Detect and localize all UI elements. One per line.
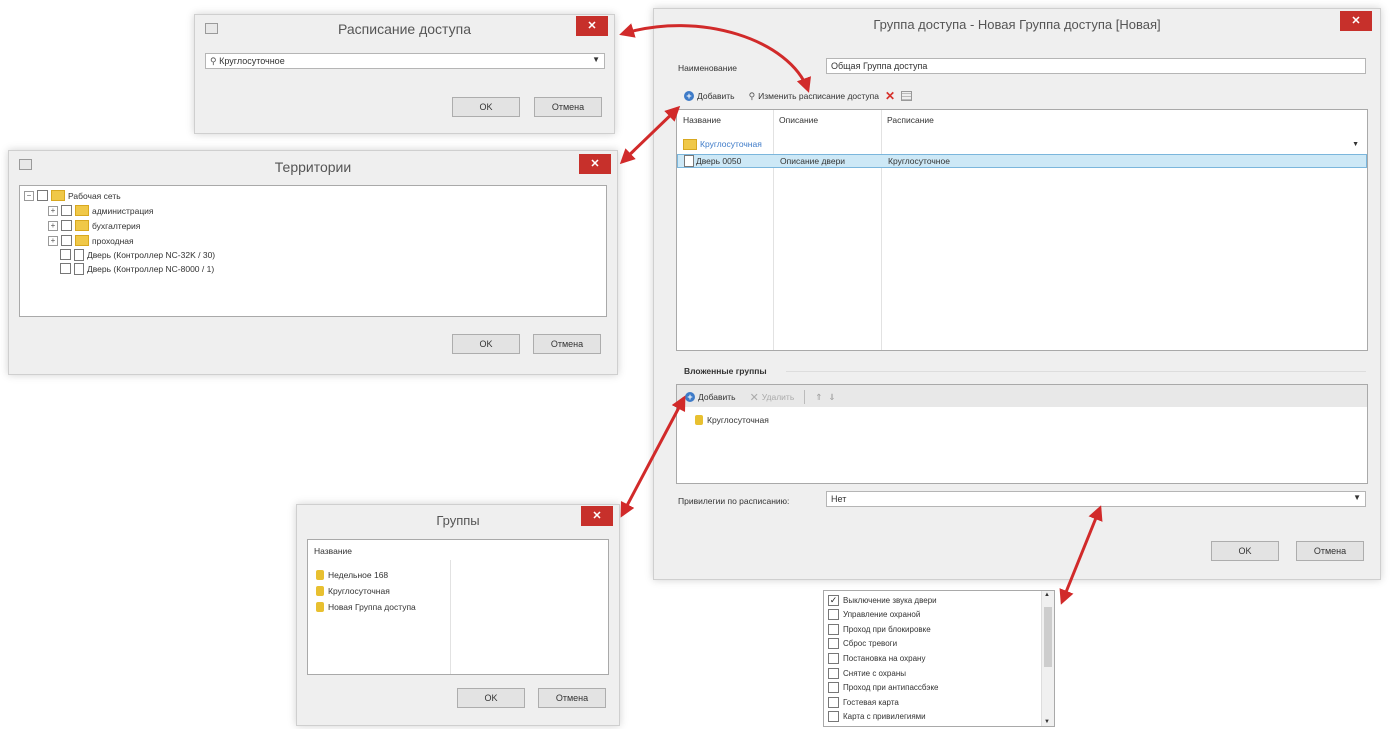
connector-arrows: [619, 23, 1103, 605]
arrow: [619, 105, 681, 165]
arrow: [619, 23, 811, 93]
arrow: [1059, 505, 1103, 605]
arrow: [620, 395, 686, 518]
